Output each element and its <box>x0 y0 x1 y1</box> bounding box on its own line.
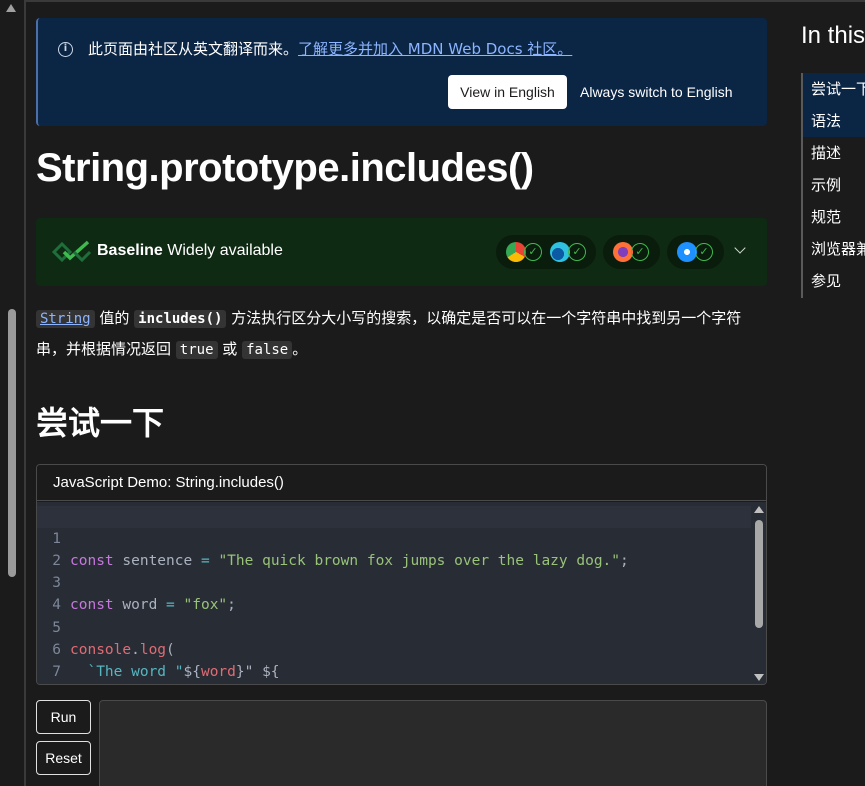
code-line[interactable]: 1 const sentence = "The quick brown fox … <box>37 506 753 569</box>
table-of-contents: 尝试一下 语法 描述 示例 规范 浏览器兼容性 参见 <box>801 73 865 298</box>
community-link[interactable]: 了解更多并加入 MDN Web Docs 社区。 <box>298 40 572 58</box>
demo-header: JavaScript Demo: String.includes() <box>37 465 766 501</box>
view-in-english-button[interactable]: View in English <box>448 75 567 109</box>
run-button[interactable]: Run <box>36 700 91 734</box>
check-icon: ✓ <box>631 243 649 261</box>
browser-pill-firefox: ✓ <box>603 235 660 269</box>
browser-pill-safari: ✓ <box>667 235 724 269</box>
baseline-check-icon <box>52 240 92 263</box>
desc-text-1: 值的 <box>99 309 130 327</box>
browser-pill-chrome-edge: ✓ ✓ <box>496 235 596 269</box>
baseline-label-bold: Baseline <box>97 242 163 259</box>
check-icon: ✓ <box>524 243 542 261</box>
toc-item-description[interactable]: 描述 <box>803 137 865 169</box>
toc-item-syntax[interactable]: 语法 <box>803 105 865 137</box>
scroll-down-icon[interactable] <box>754 674 764 681</box>
line-number: 8 <box>37 683 61 684</box>
code-line[interactable]: 3 const word = "fox"; <box>37 550 753 613</box>
translation-banner: i 此页面由社区从英文翻译而来。了解更多并加入 MDN Web Docs 社区。… <box>36 18 767 126</box>
code-line[interactable]: 8 } in the sentence`, <box>37 661 753 683</box>
console-output <box>99 700 767 786</box>
scroll-up-icon[interactable] <box>6 4 16 12</box>
code-line[interactable]: 7 sentence.includes(word) ? "is" : "is n… <box>37 639 753 680</box>
includes-code: includes() <box>134 310 227 328</box>
check-icon: ✓ <box>568 243 586 261</box>
check-icon: ✓ <box>695 243 713 261</box>
safari-icon <box>677 242 697 262</box>
code-line[interactable]: 2 <box>37 528 753 569</box>
code-line[interactable]: 5 console.log( <box>37 595 753 658</box>
always-switch-english-button[interactable]: Always switch to English <box>580 75 733 109</box>
page-title: String.prototype.includes() <box>36 146 534 190</box>
code-line[interactable]: 6 `The word "${word}" ${ <box>37 617 753 680</box>
toc-title: In this <box>801 22 865 49</box>
chrome-icon <box>506 242 526 262</box>
chevron-down-icon[interactable] <box>734 242 746 254</box>
editor-scrollbar[interactable] <box>751 502 766 684</box>
edge-icon <box>550 242 570 262</box>
frame-left-border <box>24 0 26 786</box>
editor-scrollbar-thumb[interactable] <box>755 520 763 628</box>
frame-top-border <box>24 0 865 2</box>
scrollbar-thumb[interactable] <box>8 309 16 577</box>
scroll-up-icon[interactable] <box>754 506 764 513</box>
toc-item-browser-compat[interactable]: 浏览器兼容性 <box>803 233 865 265</box>
baseline-banner[interactable]: Baseline Widely available ✓ ✓ ✓ ✓ <box>36 218 767 286</box>
description-paragraph: String 值的 includes() 方法执行区分大小写的搜索，以确定是否可… <box>36 303 766 365</box>
false-code: false <box>242 341 293 359</box>
code-editor[interactable]: 1 const sentence = "The quick brown fox … <box>37 502 766 684</box>
info-icon: i <box>58 42 73 57</box>
code-text[interactable]: sentence.includes(word) ? "is" : "is not… <box>70 683 463 684</box>
toc-item-examples[interactable]: 示例 <box>803 169 865 201</box>
banner-message-text: 此页面由社区从英文翻译而来。 <box>88 40 299 58</box>
string-link[interactable]: String <box>36 310 95 328</box>
true-code: true <box>175 341 218 359</box>
desc-text-4: 。 <box>292 340 308 358</box>
demo-title: JavaScript Demo: String.includes() <box>53 474 284 491</box>
interactive-demo: JavaScript Demo: String.includes() 1 con… <box>36 464 767 685</box>
toc-item-see-also[interactable]: 参见 <box>803 265 865 297</box>
try-it-heading: 尝试一下 <box>36 404 165 442</box>
desc-text-3: 或 <box>222 340 238 358</box>
baseline-label: Baseline Widely available <box>97 242 283 260</box>
toc-item-try-it[interactable]: 尝试一下 <box>803 73 865 105</box>
code-line[interactable]: 4 <box>37 572 753 613</box>
toc-item-specifications[interactable]: 规范 <box>803 201 865 233</box>
baseline-label-rest: Widely available <box>167 242 283 259</box>
page-scrollbar[interactable] <box>0 0 24 786</box>
firefox-icon <box>613 242 633 262</box>
reset-button[interactable]: Reset <box>36 741 91 775</box>
banner-message: 此页面由社区从英文翻译而来。了解更多并加入 MDN Web Docs 社区。 <box>88 38 572 59</box>
